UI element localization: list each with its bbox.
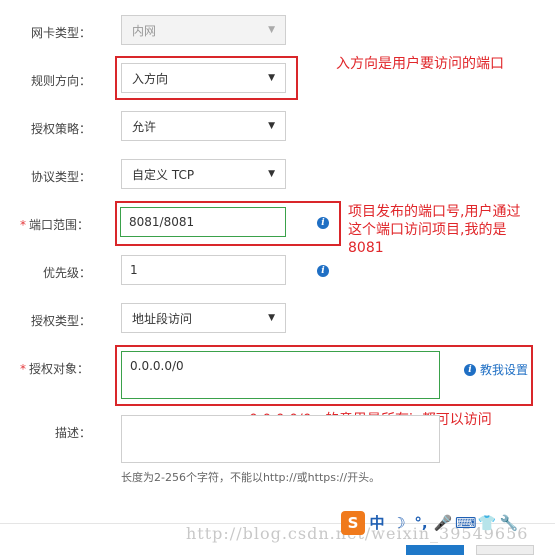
chinese-mode-icon[interactable]: 中 xyxy=(367,512,387,534)
direction-select[interactable]: 入方向 ▼ xyxy=(121,63,286,93)
port-range-value: 8081/8081 xyxy=(129,215,195,229)
skin-icon[interactable]: 👕 xyxy=(477,512,497,534)
direction-value: 入方向 xyxy=(132,71,169,86)
microphone-icon[interactable]: 🎤 xyxy=(433,512,453,534)
confirm-button[interactable] xyxy=(406,545,464,555)
chevron-down-icon: ▼ xyxy=(268,312,275,323)
policy-value: 允许 xyxy=(132,119,157,134)
priority-value: 1 xyxy=(130,263,138,277)
policy-select[interactable]: 允许 ▼ xyxy=(121,111,286,141)
info-icon[interactable]: i xyxy=(317,217,329,229)
chevron-down-icon: ▼ xyxy=(268,168,275,179)
keyboard-icon[interactable]: ⌨ xyxy=(455,512,477,534)
priority-label: 优先级： xyxy=(43,266,92,280)
priority-input[interactable]: 1 xyxy=(121,255,286,285)
chevron-down-icon: ▼ xyxy=(268,24,275,35)
port-annotation-line2: 这个端口访问项目,我的是 xyxy=(348,222,507,238)
punctuation-icon[interactable]: °, xyxy=(411,512,431,534)
info-icon: i xyxy=(464,363,476,376)
auth-type-value: 地址段访问 xyxy=(132,311,193,326)
port-range-label-text: 端口范围： xyxy=(29,218,90,232)
nic-type-label: 网卡类型： xyxy=(31,26,92,40)
chevron-down-icon: ▼ xyxy=(268,120,275,131)
auth-type-select[interactable]: 地址段访问 ▼ xyxy=(121,303,286,333)
port-annotation-line3: 8081 xyxy=(348,240,384,256)
port-annotation-line1: 项目发布的端口号,用户通过 xyxy=(348,204,521,220)
ime-toolbar: S 中 ☽ °, 🎤 ⌨ 👕 🔧 xyxy=(341,510,549,536)
info-icon[interactable]: i xyxy=(317,265,329,277)
nic-type-select[interactable]: 内网 ▼ xyxy=(121,15,286,45)
auth-object-textarea[interactable]: 0.0.0.0/0 xyxy=(121,351,440,399)
port-range-input[interactable]: 8081/8081 xyxy=(120,207,286,237)
description-hint: 长度为2-256个字符，不能以http://或https://开头。 xyxy=(121,471,381,484)
wrench-icon[interactable]: 🔧 xyxy=(499,512,519,534)
description-textarea[interactable] xyxy=(121,415,440,463)
policy-label: 授权策略： xyxy=(31,122,92,136)
auth-object-value: 0.0.0.0/0 xyxy=(130,359,184,373)
nic-type-value: 内网 xyxy=(132,23,157,38)
auth-object-label-text: 授权对象： xyxy=(29,362,90,376)
required-mark: * xyxy=(20,218,26,232)
protocol-select[interactable]: 自定义 TCP ▼ xyxy=(121,159,286,189)
sogou-logo-icon[interactable]: S xyxy=(341,511,365,535)
help-link[interactable]: i 教我设置 xyxy=(464,361,528,378)
required-mark: * xyxy=(20,362,26,376)
help-link-text: 教我设置 xyxy=(480,363,529,377)
auth-object-label: * 授权对象： xyxy=(20,360,89,377)
cancel-button[interactable] xyxy=(476,545,534,555)
protocol-label: 协议类型： xyxy=(31,170,92,184)
direction-label: 规则方向： xyxy=(31,74,92,88)
description-label: 描述： xyxy=(55,426,92,440)
direction-annotation: 入方向是用户要访问的端口 xyxy=(336,56,504,72)
auth-type-label: 授权类型： xyxy=(31,314,92,328)
chevron-down-icon: ▼ xyxy=(268,72,275,83)
port-range-label: * 端口范围： xyxy=(20,216,89,233)
moon-icon[interactable]: ☽ xyxy=(389,512,409,534)
protocol-value: 自定义 TCP xyxy=(132,167,195,182)
